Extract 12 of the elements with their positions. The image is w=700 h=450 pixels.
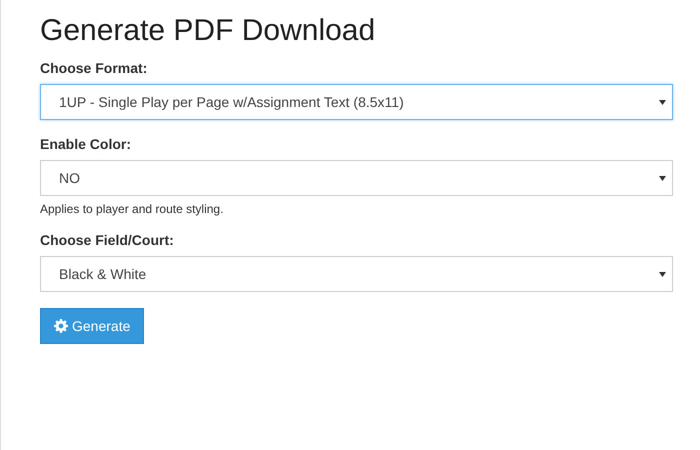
page-title: Generate PDF Download [40,14,376,48]
field-label: Choose Format: [40,60,148,76]
gear-icon [54,319,68,333]
caret-icon [659,176,666,180]
help-text: Applies to player and route styling. [40,202,224,216]
caret-icon [659,100,666,104]
dropdown-select[interactable]: 1UP - Single Play per Page w/Assignment Text (8.5x11) [40,84,673,120]
field-label: Choose Field/Court: [40,232,175,248]
caret-icon [659,272,666,276]
dropdown-select[interactable]: Black & White [40,256,673,292]
dropdown-select[interactable]: NO [40,160,673,196]
field-label: Enable Color: [40,136,132,152]
